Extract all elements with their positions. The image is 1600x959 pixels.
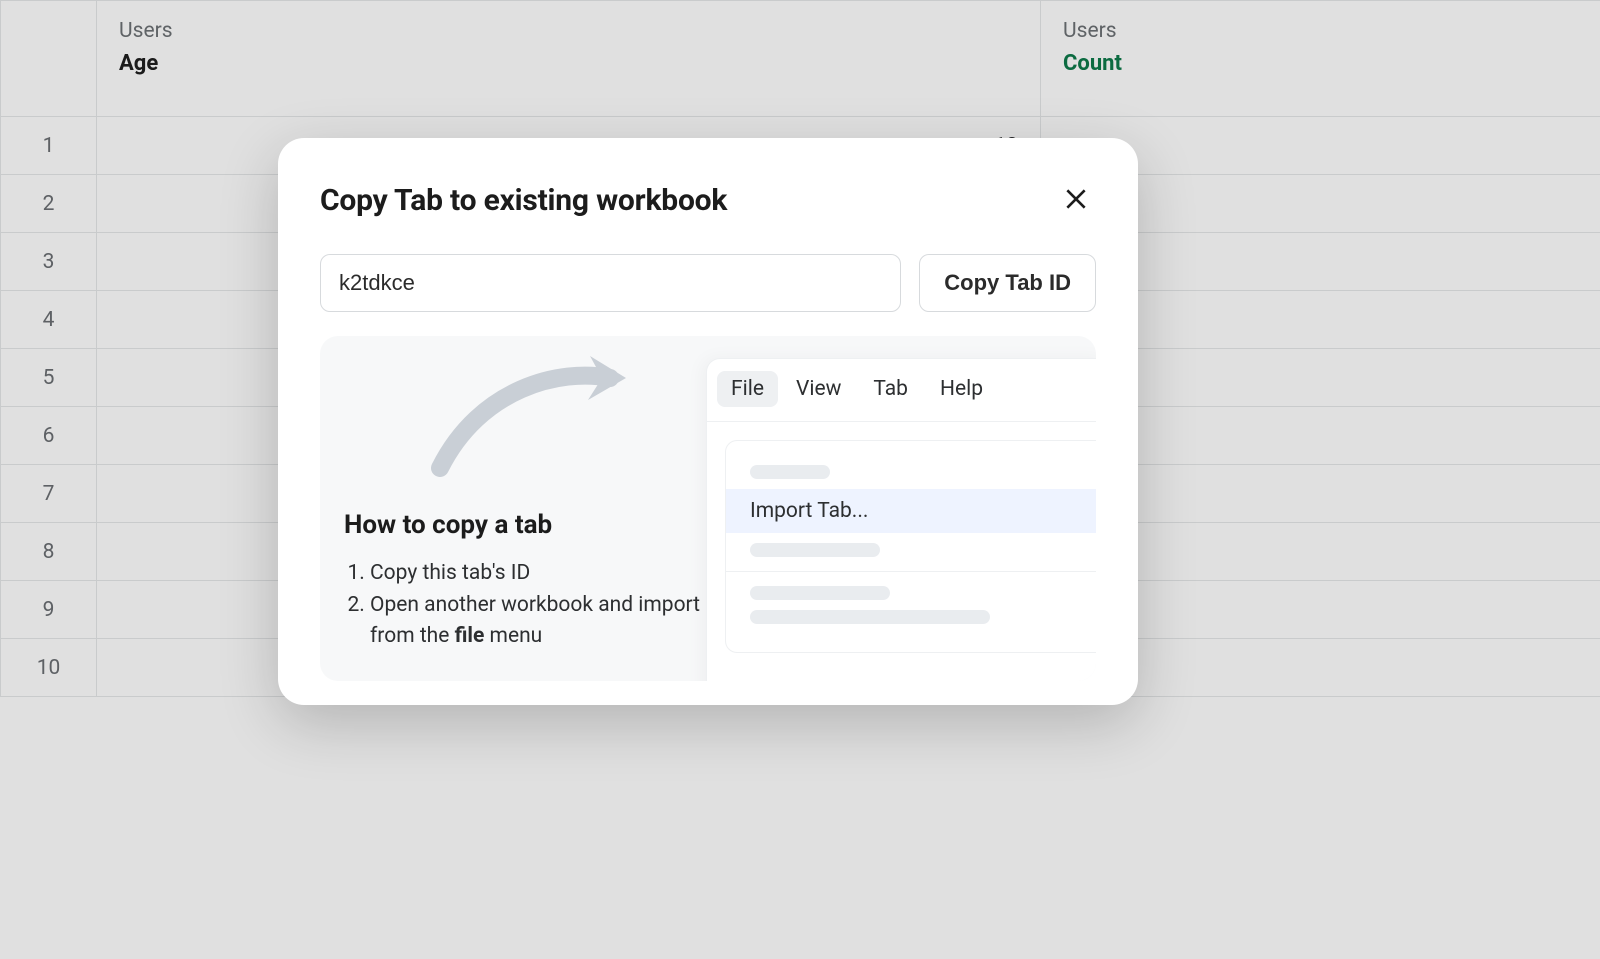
placeholder-row (750, 610, 990, 624)
placeholder-row (750, 586, 890, 600)
row-number: 3 (1, 233, 97, 291)
row-number: 9 (1, 581, 97, 639)
preview-menu-view: View (782, 371, 855, 407)
placeholder-row (750, 465, 830, 479)
preview-dropdown: Import Tab... (725, 440, 1096, 653)
arrow-icon (420, 348, 640, 488)
close-icon (1063, 186, 1089, 215)
howto-step-text: Open another workbook and import from th… (370, 593, 700, 647)
preview-menu-help: Help (926, 371, 997, 407)
divider (726, 571, 1096, 572)
preview-import-tab-option: Import Tab... (726, 489, 1096, 533)
copy-tab-id-button[interactable]: Copy Tab ID (919, 254, 1096, 312)
column-group-label: Users (119, 19, 1018, 43)
preview-menu-file: File (717, 371, 778, 407)
row-number: 10 (1, 639, 97, 697)
column-header-count[interactable]: Users Count (1041, 1, 1600, 117)
close-button[interactable] (1056, 180, 1096, 220)
preview-app: File View Tab Help Import Tab... (706, 358, 1096, 681)
column-header-age[interactable]: Users Age (97, 1, 1041, 117)
tab-id-input[interactable] (320, 254, 901, 312)
row-number: 1 (1, 117, 97, 175)
howto-step: Open another workbook and import from th… (370, 590, 704, 651)
column-name-label: Age (119, 51, 1018, 76)
howto-steps: Copy this tab's ID Open another workbook… (344, 558, 704, 651)
row-number: 8 (1, 523, 97, 581)
modal-title: Copy Tab to existing workbook (320, 183, 727, 218)
copy-tab-modal: Copy Tab to existing workbook Copy Tab I… (278, 138, 1138, 705)
preview-menu-tab: Tab (859, 371, 922, 407)
placeholder-row (750, 543, 880, 557)
row-number: 2 (1, 175, 97, 233)
howto-step: Copy this tab's ID (370, 558, 704, 588)
row-number: 6 (1, 407, 97, 465)
howto-panel: How to copy a tab Copy this tab's ID Ope… (320, 336, 1096, 681)
row-number: 4 (1, 291, 97, 349)
preview-menubar: File View Tab Help (707, 359, 1096, 422)
howto-title: How to copy a tab (344, 510, 704, 540)
row-number: 5 (1, 349, 97, 407)
column-name-label: Count (1063, 51, 1578, 76)
column-group-label: Users (1063, 19, 1578, 43)
row-number: 7 (1, 465, 97, 523)
row-number-header (1, 1, 97, 117)
